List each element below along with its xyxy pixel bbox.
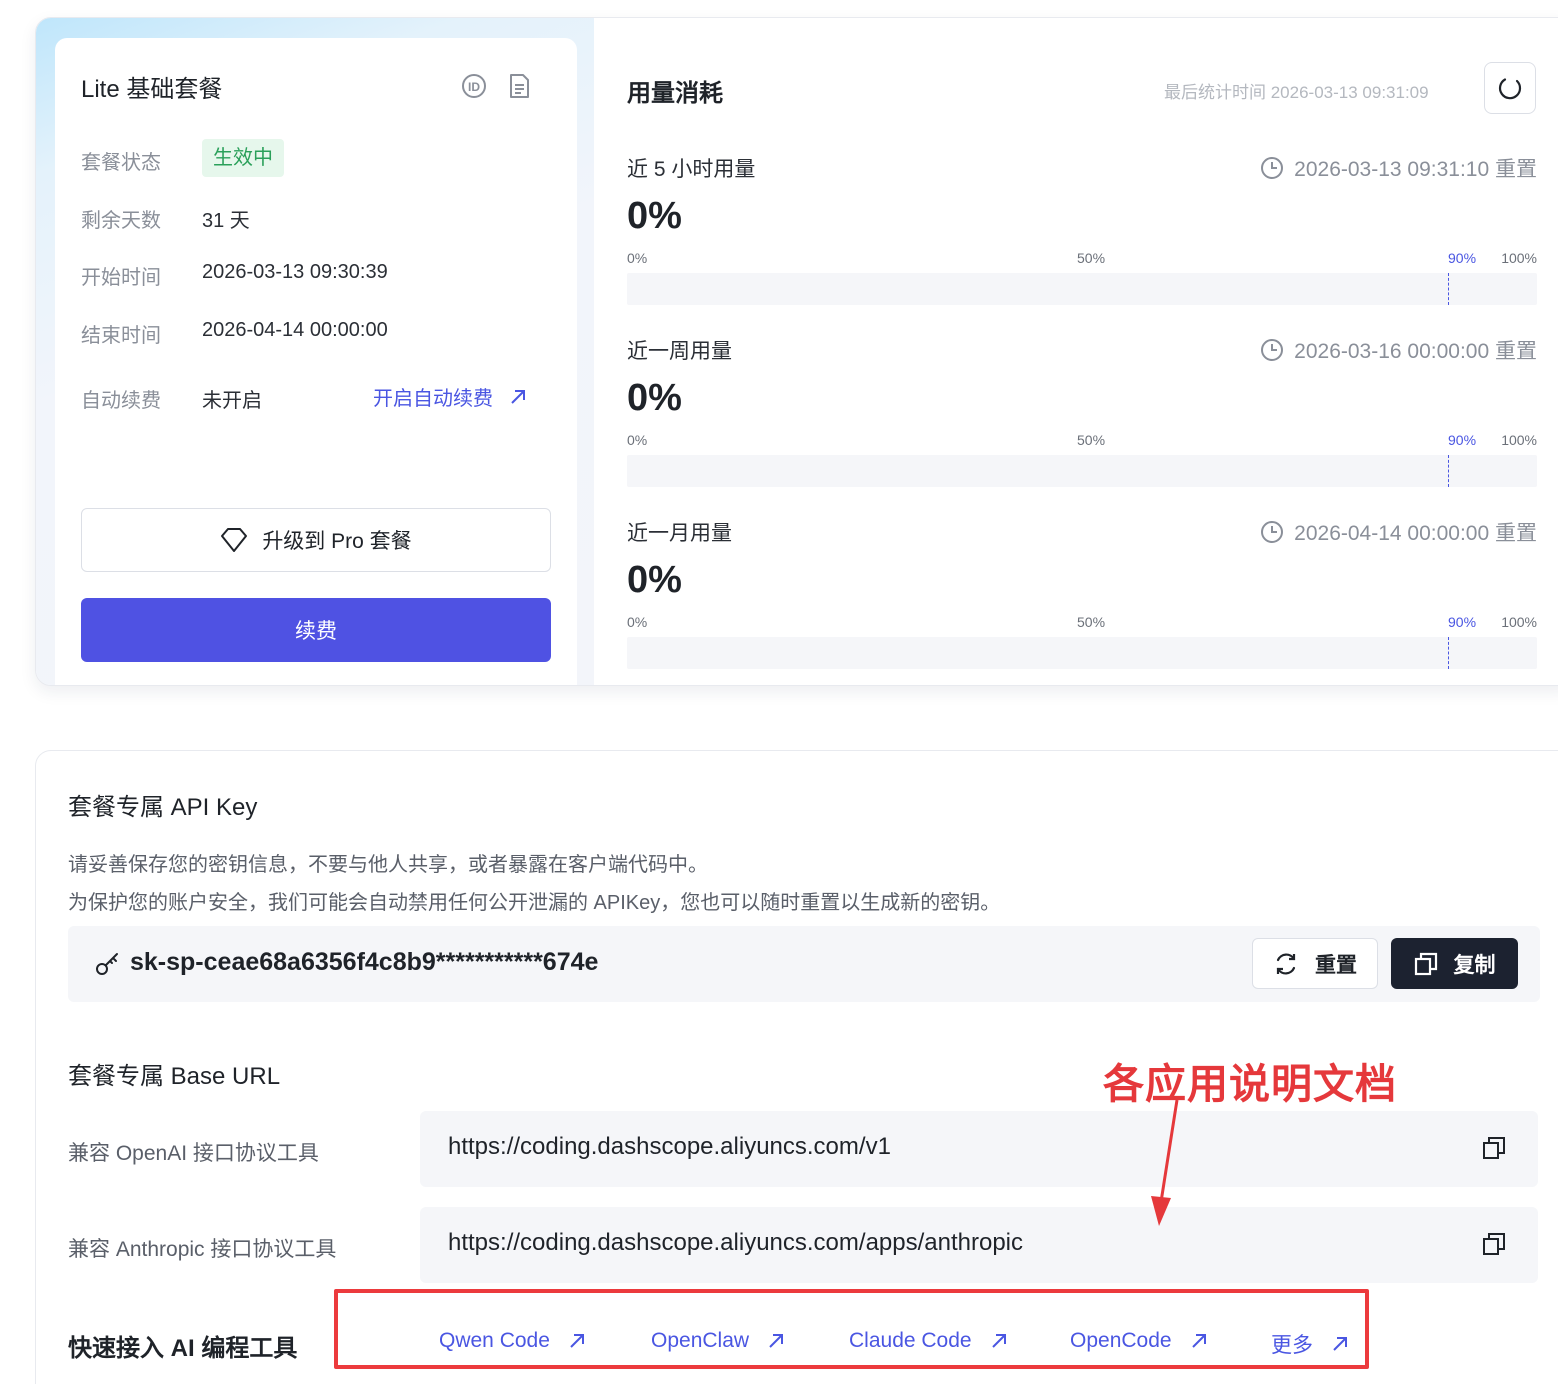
tick-90: 90% xyxy=(1448,432,1477,448)
tick-50: 50% xyxy=(1077,614,1106,630)
last-stat-time: 最后统计时间 2026-03-13 09:31:09 xyxy=(1164,83,1429,102)
clock-icon xyxy=(1261,339,1284,361)
autorenew-value: 未开启 xyxy=(202,390,262,412)
status-badge: 生效中 xyxy=(202,139,284,177)
tick-100: 100% xyxy=(1501,614,1537,630)
tick-90: 90% xyxy=(1448,614,1477,630)
document-icon[interactable] xyxy=(505,72,533,100)
tick-50: 50% xyxy=(1077,432,1106,448)
tick-0: 0% xyxy=(627,614,648,630)
renew-label: 续费 xyxy=(295,620,337,643)
threshold-90-mark xyxy=(1448,637,1449,669)
clock-icon xyxy=(1261,157,1284,179)
start-time-label: 开始时间 xyxy=(81,267,161,289)
usage-bar xyxy=(627,637,1537,669)
api-key-desc-2: 为保护您的账户安全，我们可能会自动禁用任何公开泄漏的 APIKey，您也可以随时… xyxy=(68,892,1001,914)
autorenew-label: 自动续费 xyxy=(81,390,161,412)
days-label: 剩余天数 xyxy=(81,210,161,232)
copy-key-label: 复制 xyxy=(1453,953,1496,977)
tick-0: 0% xyxy=(627,432,648,448)
usage-label: 近一周用量 xyxy=(627,340,732,363)
usage-week: 近一周用量 2026-03-16 00:00:00 重置 0% 0% 50% 9… xyxy=(627,335,1537,505)
external-arrow-icon xyxy=(511,389,525,404)
diamond-icon xyxy=(221,528,248,552)
end-time-label: 结束时间 xyxy=(81,325,161,347)
usage-percent: 0% xyxy=(627,559,682,601)
usage-bar xyxy=(627,273,1537,305)
enable-autorenew-link[interactable]: 开启自动续费 xyxy=(373,382,527,411)
plan-info-box: Lite 基础套餐 ID 套餐状态 生效中 剩余天数 31 天 开始时间 202… xyxy=(55,38,577,685)
days-value: 31 天 xyxy=(202,210,250,232)
openai-label: 兼容 OpenAI 接口协议工具 xyxy=(68,1142,319,1165)
usage-bar xyxy=(627,455,1537,487)
copy-key-button[interactable]: 复制 xyxy=(1391,938,1518,989)
usage-percent: 0% xyxy=(627,195,682,237)
usage-reset-text: 2026-03-16 00:00:00 重置 xyxy=(1294,340,1537,363)
usage-title: 用量消耗 xyxy=(627,80,723,107)
api-key-box: sk-sp-ceae68a6356f4c8b9***********674e 重… xyxy=(68,926,1540,1002)
openai-url[interactable]: https://coding.dashscope.aliyuncs.com/v1 xyxy=(448,1133,891,1161)
renew-button[interactable]: 续费 xyxy=(81,598,551,662)
openai-url-box: https://coding.dashscope.aliyuncs.com/v1 xyxy=(420,1111,1538,1187)
copy-icon xyxy=(1414,952,1437,975)
base-url-title: 套餐专属 Base URL xyxy=(68,1063,281,1090)
api-key-title: 套餐专属 API Key xyxy=(68,794,258,821)
tick-50: 50% xyxy=(1077,250,1106,266)
anthropic-label: 兼容 Anthropic 接口协议工具 xyxy=(68,1238,337,1261)
api-key-desc-1: 请妥善保存您的密钥信息，不要与他人共享，或者暴露在客户端代码中。 xyxy=(68,854,708,876)
reset-icon xyxy=(1276,953,1296,974)
threshold-90-mark xyxy=(1448,273,1449,305)
usage-label: 近 5 小时用量 xyxy=(627,158,756,181)
refresh-button[interactable] xyxy=(1484,62,1536,114)
api-key-value: sk-sp-ceae68a6356f4c8b9***********674e xyxy=(130,948,599,976)
annotation-highlight-box xyxy=(334,1289,1369,1369)
usage-month: 近一月用量 2026-04-14 00:00:00 重置 0% 0% 50% 9… xyxy=(627,517,1537,685)
usage-label: 近一月用量 xyxy=(627,522,732,545)
id-icon[interactable]: ID xyxy=(460,72,488,100)
reset-key-label: 重置 xyxy=(1315,953,1357,977)
svg-text:ID: ID xyxy=(468,80,480,94)
usage-reset: 2026-03-13 09:31:10 重置 xyxy=(1260,153,1537,183)
enable-autorenew-label: 开启自动续费 xyxy=(373,388,493,410)
threshold-90-mark xyxy=(1448,455,1449,487)
tick-100: 100% xyxy=(1501,250,1537,266)
tick-0: 0% xyxy=(627,250,648,266)
reset-key-button[interactable]: 重置 xyxy=(1252,938,1378,989)
plan-panel: Lite 基础套餐 ID 套餐状态 生效中 剩余天数 31 天 开始时间 202… xyxy=(36,18,594,685)
upgrade-pro-label: 升级到 Pro 套餐 xyxy=(262,530,412,553)
anthropic-url-box: https://coding.dashscope.aliyuncs.com/ap… xyxy=(420,1207,1538,1283)
status-label: 套餐状态 xyxy=(81,152,161,174)
usage-reset-text: 2026-03-13 09:31:10 重置 xyxy=(1294,158,1537,181)
anthropic-url[interactable]: https://coding.dashscope.aliyuncs.com/ap… xyxy=(448,1229,1023,1257)
usage-reset-text: 2026-04-14 00:00:00 重置 xyxy=(1294,522,1537,545)
tick-100: 100% xyxy=(1501,432,1537,448)
usage-reset: 2026-03-16 00:00:00 重置 xyxy=(1260,335,1537,365)
start-time-value: 2026-03-13 09:30:39 xyxy=(202,261,388,283)
annotation-arrow-icon xyxy=(1151,1099,1179,1226)
ai-tools-title: 快速接入 AI 编程工具 xyxy=(68,1335,298,1362)
usage-5h: 近 5 小时用量 2026-03-13 09:31:10 重置 0% 0% 50… xyxy=(627,153,1537,323)
usage-reset: 2026-04-14 00:00:00 重置 xyxy=(1260,517,1537,547)
plan-usage-card: Lite 基础套餐 ID 套餐状态 生效中 剩余天数 31 天 开始时间 202… xyxy=(35,17,1558,686)
plan-title: Lite 基础套餐 xyxy=(81,76,223,103)
usage-percent: 0% xyxy=(627,377,682,419)
clock-icon xyxy=(1261,521,1284,543)
usage-panel: 用量消耗 最后统计时间 2026-03-13 09:31:09 近 5 小时用量… xyxy=(594,18,1558,685)
copy-icon[interactable] xyxy=(1482,1136,1506,1160)
copy-icon[interactable] xyxy=(1482,1232,1506,1256)
refresh-icon xyxy=(1498,78,1522,100)
end-time-value: 2026-04-14 00:00:00 xyxy=(202,319,388,341)
upgrade-pro-button[interactable]: 升级到 Pro 套餐 xyxy=(81,508,551,572)
tick-90: 90% xyxy=(1448,250,1477,266)
key-icon xyxy=(96,953,118,975)
